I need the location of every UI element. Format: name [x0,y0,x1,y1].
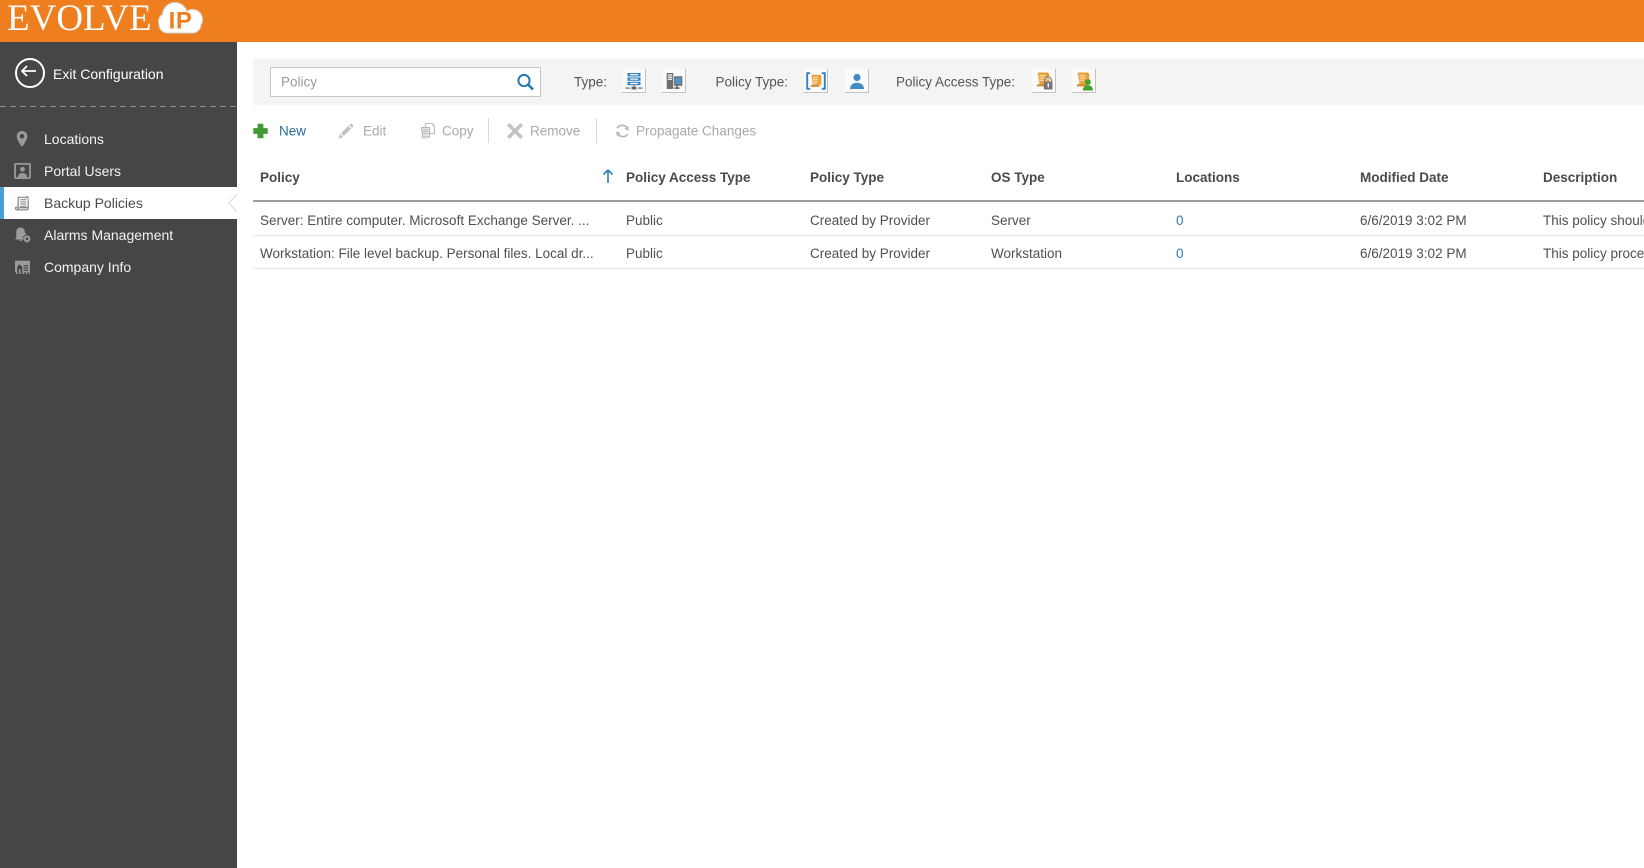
svg-text:IP: IP [169,8,193,35]
